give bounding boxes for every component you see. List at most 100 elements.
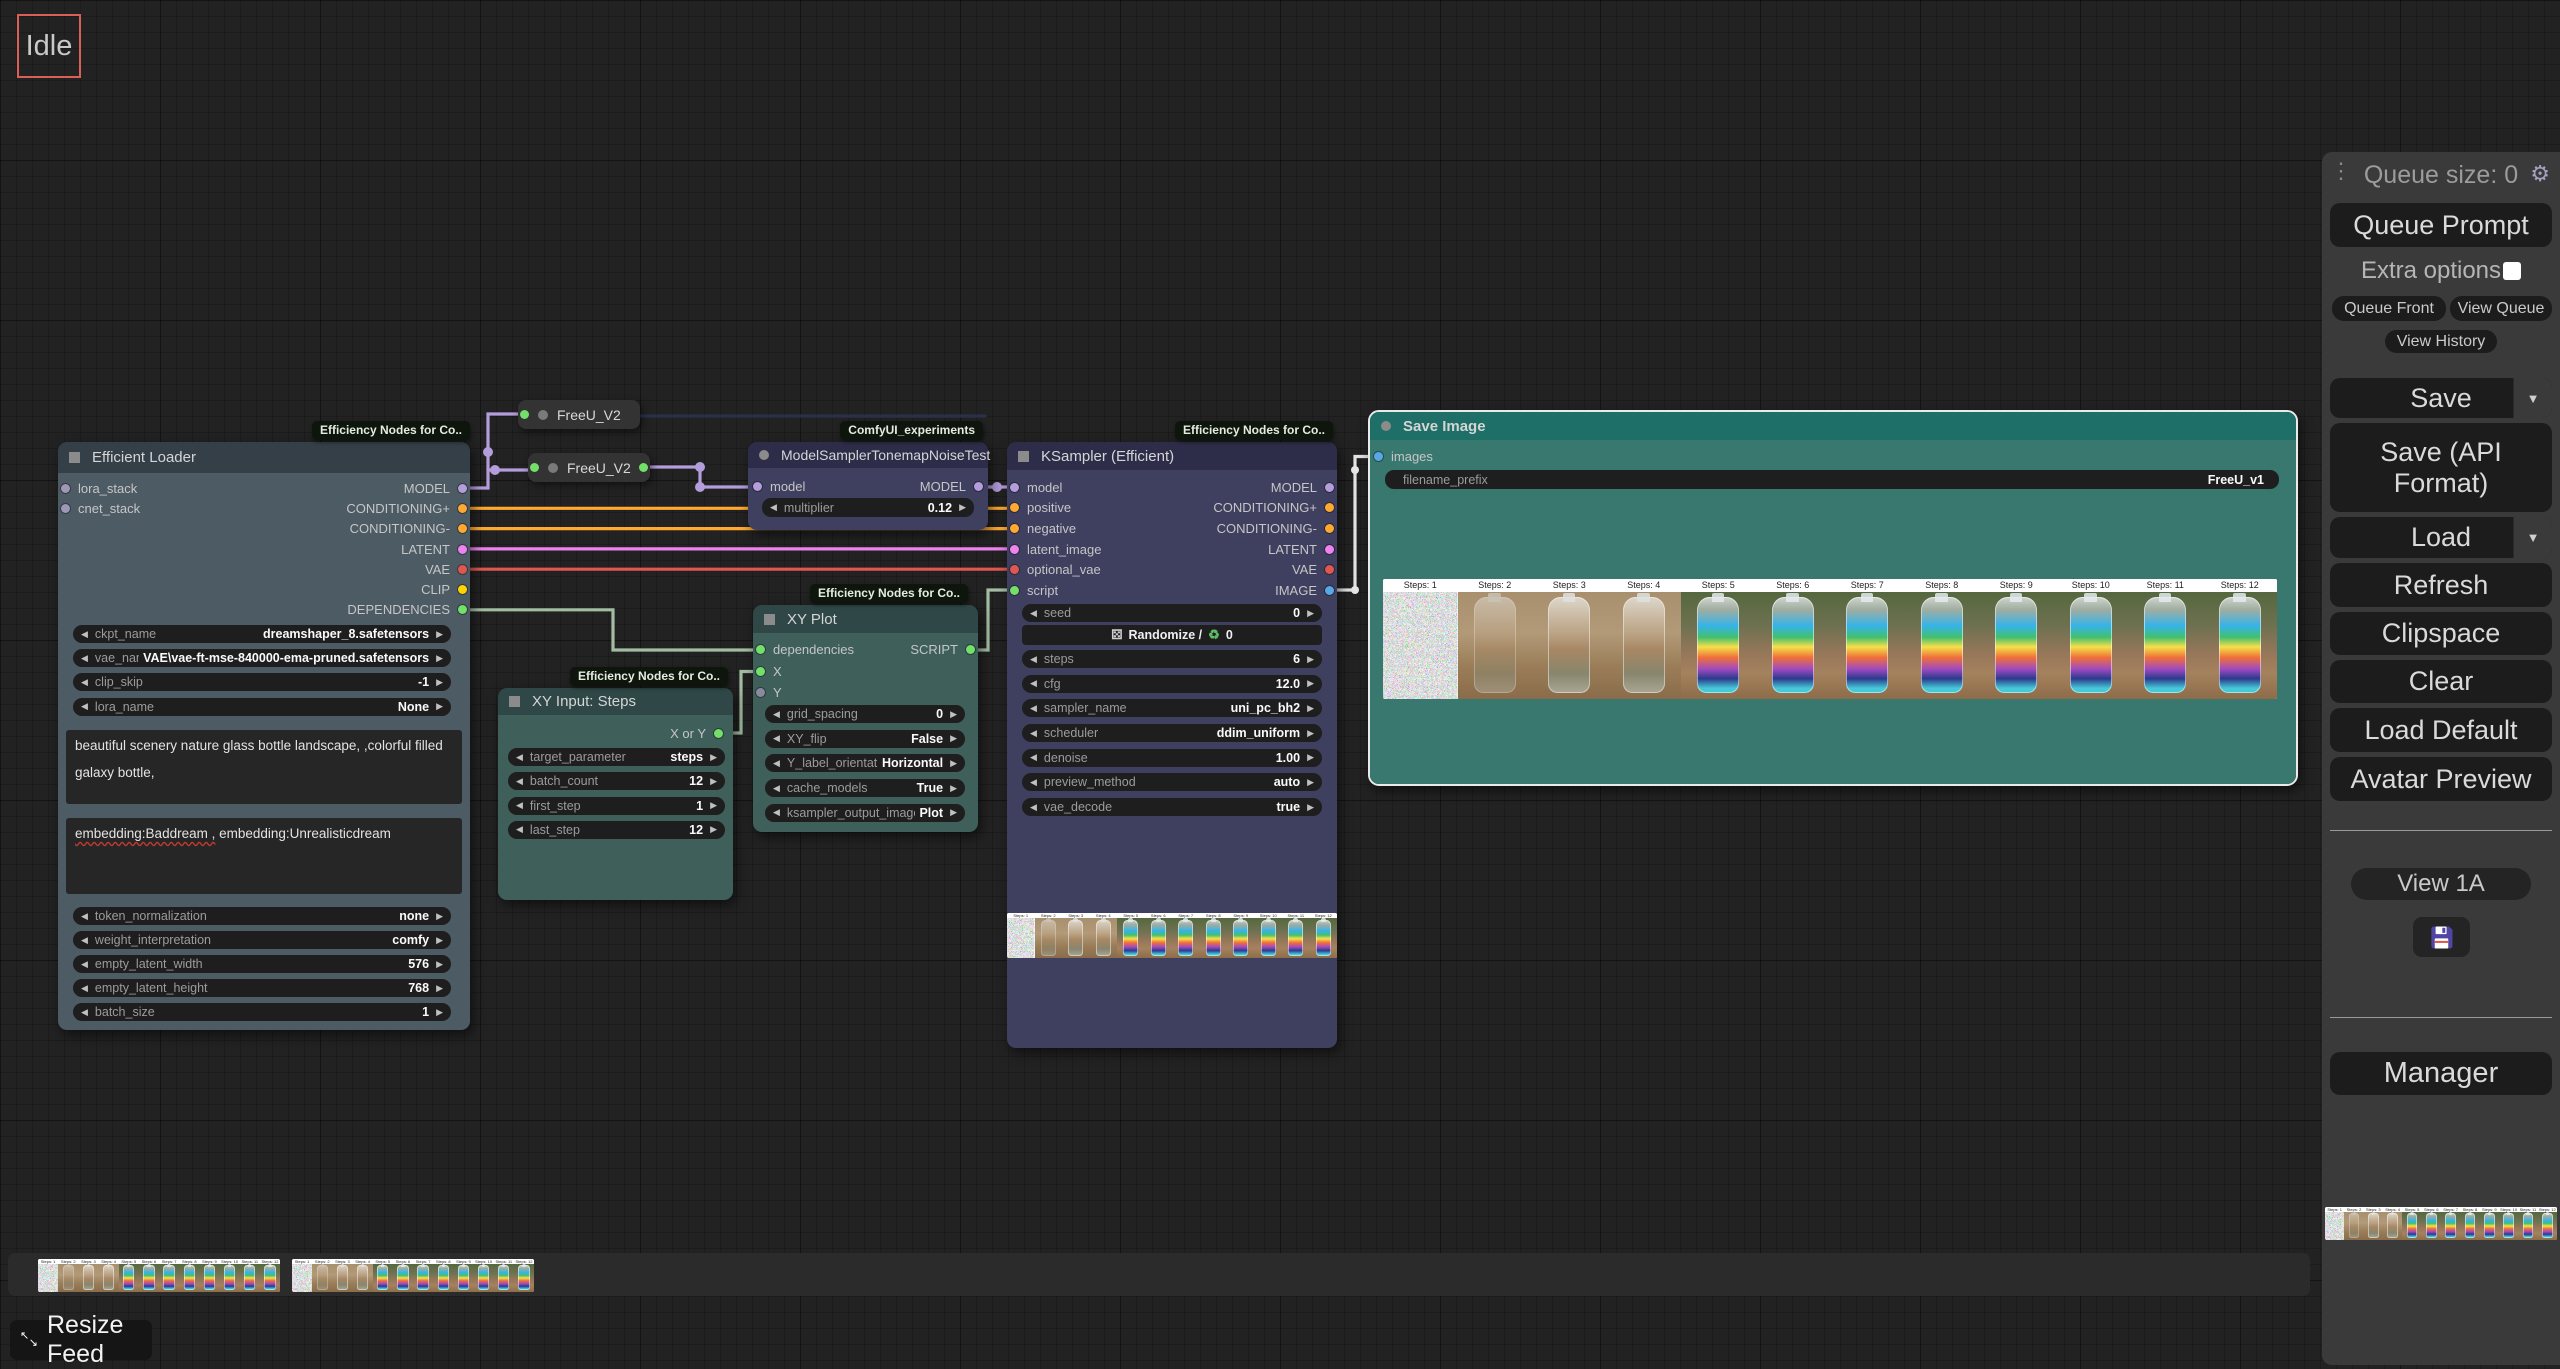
increment-arrow-icon[interactable]: ▶ [436, 959, 443, 970]
port-dot[interactable] [1010, 483, 1019, 492]
port-dot[interactable] [1325, 565, 1334, 574]
port-dot[interactable] [458, 545, 467, 554]
input-port[interactable]: X [756, 661, 854, 683]
port-dot[interactable] [1325, 483, 1334, 492]
widget-combo[interactable]: ◀cfg12.0▶ [1022, 675, 1322, 693]
output-port[interactable]: CONDITIONING+ [346, 498, 467, 518]
decrement-arrow-icon[interactable]: ◀ [1030, 703, 1037, 714]
port-dot[interactable] [1325, 545, 1334, 554]
decrement-arrow-icon[interactable]: ◀ [1030, 678, 1037, 689]
node-title-bar[interactable]: Save Image [1370, 412, 2296, 440]
port-dot[interactable] [714, 729, 723, 738]
queue-front-button[interactable]: Queue Front [2332, 296, 2446, 321]
widget-combo[interactable]: ◀vae_decodetrue▶ [1022, 798, 1322, 816]
port-dot[interactable] [1010, 586, 1019, 595]
widget-combo[interactable]: ◀clip_skip-1▶ [73, 673, 451, 691]
input-port[interactable]: model [1010, 477, 1101, 498]
output-port[interactable]: DEPENDENCIES [347, 600, 467, 620]
increment-arrow-icon[interactable]: ▶ [950, 709, 957, 720]
widget-combo[interactable]: ◀Y_label_orientationHorizontal▶ [765, 754, 965, 772]
increment-arrow-icon[interactable]: ▶ [950, 758, 957, 769]
node-efficient-loader[interactable]: Efficiency Nodes for Co.. Efficient Load… [58, 442, 470, 1030]
input-port[interactable]: dependencies [756, 639, 854, 661]
widget-combo[interactable]: ◀first_step1▶ [508, 797, 725, 815]
decrement-arrow-icon[interactable]: ◀ [81, 653, 88, 664]
decrement-arrow-icon[interactable]: ◀ [1030, 752, 1037, 763]
output-port[interactable]: CONDITIONING- [350, 519, 467, 539]
node-title-bar[interactable]: ModelSamplerTonemapNoiseTest [748, 442, 988, 468]
feed-thumbnail-1[interactable]: Steps: 1Steps: 2Steps: 3Steps: 4Steps: 5… [38, 1259, 280, 1292]
refresh-button[interactable]: Refresh [2330, 563, 2552, 607]
node-xy-plot[interactable]: Efficiency Nodes for Co.. XY Plot depend… [753, 605, 978, 832]
port-dot[interactable] [756, 688, 765, 697]
manager-button[interactable]: Manager [2330, 1052, 2552, 1095]
increment-arrow-icon[interactable]: ▶ [959, 502, 966, 513]
increment-arrow-icon[interactable]: ▶ [1307, 608, 1314, 619]
widget-combo[interactable]: ◀schedulerddim_uniform▶ [1022, 724, 1322, 742]
widget-combo[interactable]: ◀sampler_nameuni_pc_bh2▶ [1022, 699, 1322, 717]
increment-arrow-icon[interactable]: ▶ [1307, 678, 1314, 689]
collapse-box-icon[interactable] [764, 614, 775, 625]
decrement-arrow-icon[interactable]: ◀ [81, 677, 88, 688]
input-port[interactable]: script [1010, 580, 1101, 601]
input-port[interactable]: optional_vae [1010, 559, 1101, 580]
decrement-arrow-icon[interactable]: ◀ [81, 629, 88, 640]
collapse-circle-icon[interactable] [538, 410, 548, 420]
input-port[interactable]: latent_image [1010, 539, 1101, 560]
increment-arrow-icon[interactable]: ▶ [436, 983, 443, 994]
save-preview-button[interactable] [2413, 917, 2470, 957]
input-port[interactable]: negative [1010, 518, 1101, 539]
load-button[interactable]: Load ▼ [2330, 517, 2552, 558]
port-dot[interactable] [458, 484, 467, 493]
increment-arrow-icon[interactable]: ▶ [436, 677, 443, 688]
output-port[interactable]: VAE [1292, 559, 1334, 580]
port-dot[interactable] [1374, 452, 1383, 461]
decrement-arrow-icon[interactable]: ◀ [1030, 654, 1037, 665]
port-dot[interactable] [1010, 524, 1019, 533]
port-dot[interactable] [1325, 524, 1334, 533]
output-port[interactable]: LATENT [401, 539, 467, 559]
widget-combo[interactable]: ◀cache_modelsTrue▶ [765, 779, 965, 797]
save-button[interactable]: Save ▼ [2330, 378, 2552, 418]
increment-arrow-icon[interactable]: ▶ [1307, 703, 1314, 714]
widget-combo[interactable]: ◀weight_interpretationcomfy▶ [73, 931, 451, 949]
port-dot[interactable] [458, 605, 467, 614]
increment-arrow-icon[interactable]: ▶ [1307, 752, 1314, 763]
output-port[interactable]: CONDITIONING+ [1213, 498, 1334, 519]
output-port[interactable]: VAE [425, 559, 467, 579]
widget-combo[interactable]: ◀multiplier0.12▶ [762, 498, 974, 517]
positive-prompt-textarea[interactable]: beautiful scenery nature glass bottle la… [66, 730, 462, 804]
widget-combo[interactable]: ◀target_parametersteps▶ [508, 748, 725, 766]
increment-arrow-icon[interactable]: ▶ [436, 629, 443, 640]
increment-arrow-icon[interactable]: ▶ [1307, 654, 1314, 665]
node-ksampler-efficient[interactable]: Efficiency Nodes for Co.. KSampler (Effi… [1007, 442, 1337, 1048]
output-port[interactable]: CONDITIONING- [1217, 518, 1334, 539]
increment-arrow-icon[interactable]: ▶ [1307, 728, 1314, 739]
port-dot[interactable] [1325, 586, 1334, 595]
clear-button[interactable]: Clear [2330, 660, 2552, 703]
input-port[interactable]: images [1374, 446, 1433, 466]
collapse-circle-icon[interactable] [548, 463, 558, 473]
port-dot[interactable] [1010, 503, 1019, 512]
load-dropdown-arrow-icon[interactable]: ▼ [2513, 517, 2552, 558]
widget-combo[interactable]: ◀last_step12▶ [508, 821, 725, 839]
widget-combo[interactable]: ◀XY_flipFalse▶ [765, 730, 965, 748]
save-api-format-button[interactable]: Save (API Format) [2330, 423, 2552, 512]
decrement-arrow-icon[interactable]: ◀ [773, 733, 780, 744]
decrement-arrow-icon[interactable]: ◀ [81, 983, 88, 994]
port-dot[interactable] [974, 482, 983, 491]
node-title-bar[interactable]: XY Input: Steps [498, 688, 733, 715]
node-freeu-v2-a[interactable]: FreeU_V2 [518, 400, 640, 429]
node-freeu-v2-b[interactable]: FreeU_V2 [528, 453, 650, 482]
decrement-arrow-icon[interactable]: ◀ [516, 800, 523, 811]
collapse-box-icon[interactable] [1018, 451, 1029, 462]
output-port[interactable]: MODEL [920, 476, 983, 496]
port-dot[interactable] [458, 504, 467, 513]
port-dot[interactable] [530, 463, 539, 472]
port-dot[interactable] [458, 585, 467, 594]
decrement-arrow-icon[interactable]: ◀ [81, 911, 88, 922]
node-tonemap[interactable]: ComfyUI_experiments ModelSamplerTonemapN… [748, 442, 988, 530]
increment-arrow-icon[interactable]: ▶ [436, 701, 443, 712]
input-port[interactable]: lora_stack [61, 478, 140, 498]
decrement-arrow-icon[interactable]: ◀ [773, 807, 780, 818]
